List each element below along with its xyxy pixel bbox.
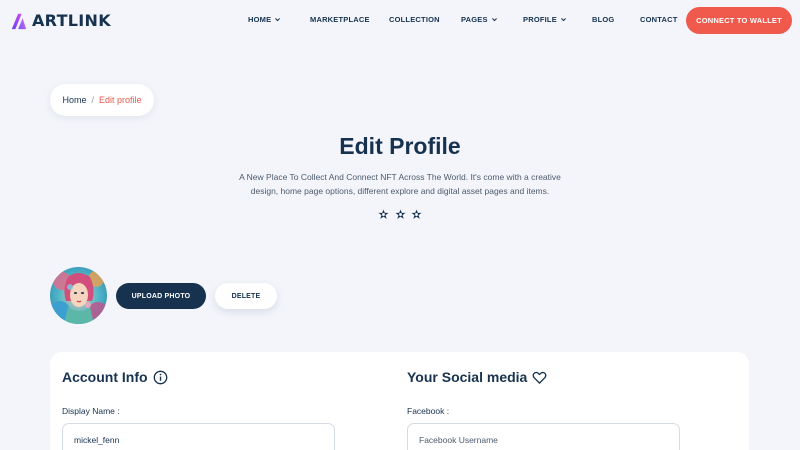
display-name-label: Display Name : [62, 406, 120, 416]
nav-home-label: HOME [248, 15, 272, 24]
social-media-title: Your Social media [407, 369, 528, 385]
breadcrumb-separator: / [91, 95, 94, 105]
nav-home[interactable]: HOME [248, 15, 281, 24]
facebook-label: Facebook : [407, 406, 450, 416]
account-info-title: Account Info [62, 369, 148, 385]
nav-profile[interactable]: PROFILE [523, 15, 567, 24]
display-name-input[interactable] [62, 423, 335, 450]
chevron-down-icon [560, 18, 566, 22]
account-info-heading: Account Info [62, 369, 168, 385]
nav-blog[interactable]: BLOG [592, 15, 614, 24]
connect-wallet-button[interactable]: CONNECT TO WALLET [686, 7, 792, 34]
nav-marketplace-label: MARKETPLACE [310, 15, 370, 24]
nav-collection-label: COLLECTION [389, 15, 440, 24]
decor-sparkles [378, 209, 422, 221]
edit-profile-card: Account Info Display Name : Your Social … [50, 352, 749, 450]
upload-photo-button[interactable]: UPLOAD PHOTO [116, 283, 206, 309]
header: ARTLINK HOME MARKETPLACE COLLECTION PAGE… [0, 0, 800, 40]
main-nav: HOME MARKETPLACE COLLECTION PAGES PROFIL… [0, 0, 800, 40]
page-title: Edit Profile [339, 133, 461, 159]
nav-pages-label: PAGES [461, 15, 488, 24]
page-subtitle: A New Place To Collect And Connect NFT A… [225, 170, 575, 198]
chevron-down-icon [491, 18, 497, 22]
nav-collection[interactable]: COLLECTION [389, 15, 440, 24]
subtitle-line-1: A New Place To Collect And Connect NFT A… [239, 172, 561, 182]
nav-contact-label: CONTACT [640, 15, 678, 24]
nav-marketplace[interactable]: MARKETPLACE [310, 15, 370, 24]
delete-photo-button[interactable]: DELETE [215, 283, 277, 309]
breadcrumb-home-link[interactable]: Home [62, 95, 86, 105]
breadcrumb: Home / Edit profile [50, 84, 154, 116]
info-icon[interactable] [153, 370, 168, 385]
profile-avatar [50, 267, 107, 324]
nav-contact[interactable]: CONTACT [640, 15, 678, 24]
breadcrumb-current: Edit profile [99, 95, 142, 105]
heart-icon [532, 371, 547, 384]
sparkle-icon [378, 209, 389, 219]
nav-blog-label: BLOG [592, 15, 615, 24]
avatar-illustration [50, 267, 107, 324]
facebook-input[interactable] [407, 423, 680, 450]
sparkle-icon [411, 209, 422, 219]
nav-profile-label: PROFILE [523, 15, 557, 24]
nav-pages[interactable]: PAGES [461, 15, 498, 24]
sparkle-icon [394, 209, 406, 219]
social-media-heading: Your Social media [407, 369, 547, 385]
subtitle-line-2: design, home page options, different exp… [250, 186, 550, 196]
chevron-down-icon [275, 18, 281, 22]
